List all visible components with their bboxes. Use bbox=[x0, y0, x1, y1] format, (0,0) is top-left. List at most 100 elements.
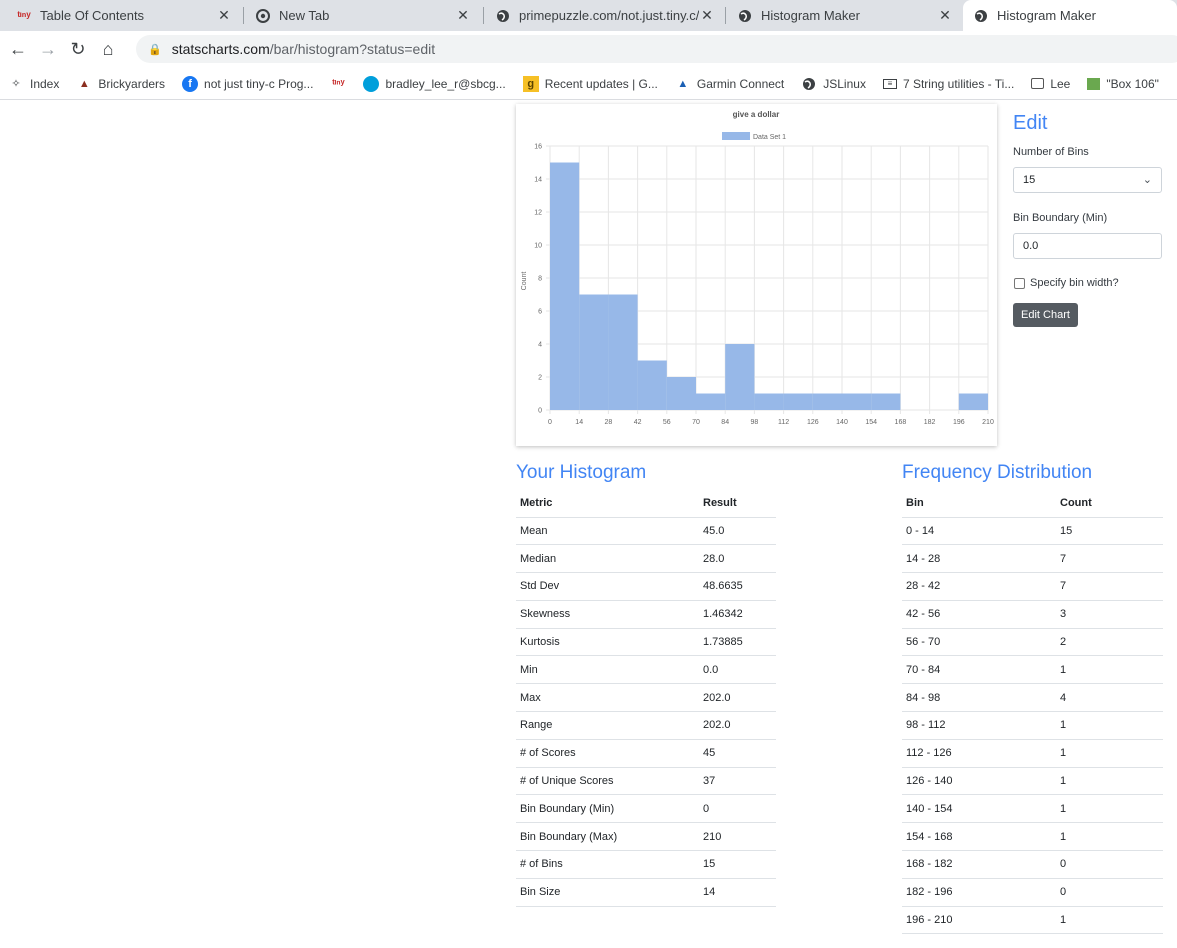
boundary-value: 0.0 bbox=[1023, 240, 1039, 252]
table-cell-value: 0.0 bbox=[699, 655, 776, 685]
table-cell-label: Bin Boundary (Min) bbox=[516, 794, 699, 824]
table-cell-label: 182 - 196 bbox=[902, 878, 1056, 907]
table-cell-value: 202.0 bbox=[699, 711, 776, 740]
table-cell-label: Min bbox=[516, 655, 699, 685]
back-icon[interactable]: ← bbox=[3, 35, 33, 65]
table-row: Min 0.0 bbox=[516, 655, 776, 685]
bookmark-tiny-c[interactable]: ᵗᶦⁿʸ bbox=[330, 76, 346, 92]
table-row: # of Bins 15 bbox=[516, 850, 776, 879]
x-tick-label: 112 bbox=[778, 419, 789, 426]
histogram-bar bbox=[783, 393, 813, 410]
histogram-bar bbox=[579, 294, 609, 410]
table-row: Bin Boundary (Max) 210 bbox=[516, 822, 776, 852]
table-header: Result bbox=[699, 490, 776, 518]
table-cell-value: 3 bbox=[1056, 600, 1163, 629]
bookmark-jslinux[interactable]: JSLinux bbox=[801, 76, 866, 92]
table-cell-value: 1 bbox=[1056, 655, 1163, 685]
histogram-bar bbox=[871, 393, 901, 410]
forward-icon[interactable]: → bbox=[33, 35, 63, 65]
tab-primepuzzle[interactable]: primepuzzle.com/not.just.tiny.c/c ✕ bbox=[487, 0, 723, 31]
x-tick-label: 0 bbox=[548, 419, 552, 426]
table-header-row: Metric Result bbox=[516, 490, 776, 518]
table-cell-value: 15 bbox=[699, 850, 776, 879]
tab-new-tab[interactable]: New Tab ✕ bbox=[247, 0, 479, 31]
table-cell-value: 1.73885 bbox=[699, 628, 776, 657]
table-cell-value: 202.0 bbox=[699, 683, 776, 713]
table-cell-value: 15 bbox=[1056, 517, 1163, 546]
table-cell-value: 45.0 bbox=[699, 517, 776, 546]
bookmark-brickyarders[interactable]: ▲ Brickyarders bbox=[76, 76, 165, 92]
y-tick-label: 10 bbox=[534, 243, 542, 250]
table-row: 182 - 196 0 bbox=[902, 878, 1163, 907]
close-icon[interactable]: ✕ bbox=[455, 7, 471, 24]
close-icon[interactable]: ✕ bbox=[216, 7, 232, 24]
table-row: Kurtosis 1.73885 bbox=[516, 628, 776, 657]
table-cell-label: Std Dev bbox=[516, 572, 699, 601]
bookmark-box-106[interactable]: "Box 106" bbox=[1087, 77, 1159, 91]
table-row: Range 202.0 bbox=[516, 711, 776, 740]
tab-divider bbox=[243, 7, 244, 24]
histogram-bar bbox=[608, 294, 638, 410]
table-cell-value: 1 bbox=[1056, 767, 1163, 796]
y-tick-label: 4 bbox=[538, 342, 542, 349]
home-icon[interactable]: ⌂ bbox=[93, 35, 123, 65]
x-tick-label: 42 bbox=[634, 419, 642, 426]
globe-icon bbox=[801, 76, 817, 92]
x-tick-label: 196 bbox=[953, 419, 965, 426]
globe-icon bbox=[973, 8, 989, 24]
bookmark-label: "Box 106" bbox=[1106, 76, 1159, 91]
bookmark-lee[interactable]: Lee bbox=[1031, 77, 1070, 91]
table-cell-label: # of Bins bbox=[516, 850, 699, 879]
close-icon[interactable]: ✕ bbox=[699, 7, 715, 24]
bookmark-label: not just tiny-c Prog... bbox=[204, 76, 314, 91]
tab-table-of-contents[interactable]: ᵗᶦⁿʸ Table Of Contents ✕ bbox=[8, 0, 240, 31]
table-row: 168 - 182 0 bbox=[902, 850, 1163, 879]
table-cell-label: 14 - 28 bbox=[902, 544, 1056, 574]
table-cell-value: 37 bbox=[699, 767, 776, 796]
bin-width-checkbox[interactable] bbox=[1014, 277, 1025, 289]
close-icon[interactable]: ✕ bbox=[937, 7, 953, 24]
table-cell-value: 45 bbox=[699, 739, 776, 768]
table-header: Count bbox=[1056, 490, 1163, 518]
bookmark-label: Brickyarders bbox=[98, 76, 166, 91]
bookmark-not-just-tiny-c[interactable]: f not just tiny-c Prog... bbox=[182, 75, 314, 92]
tab-divider bbox=[725, 7, 726, 24]
x-tick-label: 70 bbox=[692, 419, 700, 426]
reload-icon[interactable]: ↻ bbox=[63, 35, 93, 65]
address-bar[interactable]: 🔒 statscharts.com/bar/histogram?status=e… bbox=[136, 35, 1177, 63]
y-tick-label: 2 bbox=[538, 375, 542, 382]
bins-select[interactable]: 15 ⌄ bbox=[1013, 167, 1162, 193]
url-host: statscharts.com bbox=[171, 41, 270, 57]
bookmark-label: 7 String utilities - Ti... bbox=[902, 76, 1015, 91]
facebook-icon: f bbox=[182, 75, 199, 92]
bookmark-string-utilities[interactable]: ≡ 7 String utilities - Ti... bbox=[882, 76, 1015, 91]
table-header: Bin bbox=[902, 490, 1056, 518]
table-cell-value: 7 bbox=[1056, 544, 1163, 574]
table-header: Metric bbox=[516, 490, 699, 518]
bins-label: Number of Bins bbox=[1013, 146, 1089, 158]
table-cell-label: 154 - 168 bbox=[902, 822, 1056, 852]
table-cell-label: 70 - 84 bbox=[902, 655, 1056, 685]
tab-histogram-maker[interactable]: Histogram Maker ✕ bbox=[729, 0, 961, 31]
tiny-c-icon: ᵗᶦⁿʸ bbox=[332, 77, 345, 90]
x-tick-label: 28 bbox=[605, 419, 613, 426]
table-cell-label: Range bbox=[516, 711, 699, 740]
table-row: 70 - 84 1 bbox=[902, 655, 1163, 685]
x-tick-label: 98 bbox=[751, 419, 759, 426]
bookmark-recent-updates[interactable]: g Recent updates | G... bbox=[522, 75, 658, 92]
boundary-input[interactable]: 0.0 bbox=[1013, 233, 1162, 259]
bookmark-index[interactable]: ✧ Index bbox=[8, 76, 59, 92]
bookmarks-bar: ✧ Index ▲ Brickyarders f not just tiny-c Pr… bbox=[0, 68, 1177, 100]
table-row: Median 28.0 bbox=[516, 544, 776, 574]
bookmark-bradley-lee[interactable]: bradley_lee_r@sbcg... bbox=[363, 75, 506, 92]
table-row: 154 - 168 1 bbox=[902, 822, 1163, 852]
table-row: 98 - 112 1 bbox=[902, 711, 1163, 740]
bookmark-garmin-connect[interactable]: ▲ Garmin Connect bbox=[675, 76, 784, 92]
histogram-bar bbox=[958, 393, 988, 410]
tab-histogram-maker-active[interactable]: Histogram Maker bbox=[963, 0, 1177, 31]
x-tick-label: 154 bbox=[865, 419, 877, 426]
att-icon bbox=[363, 75, 380, 92]
table-cell-value: 7 bbox=[1056, 572, 1163, 601]
edit-chart-button[interactable]: Edit Chart bbox=[1013, 303, 1078, 327]
browser-toolbar: ← → ↻ ⌂ 🔒 statscharts.com/bar/histogram?… bbox=[0, 31, 1177, 68]
